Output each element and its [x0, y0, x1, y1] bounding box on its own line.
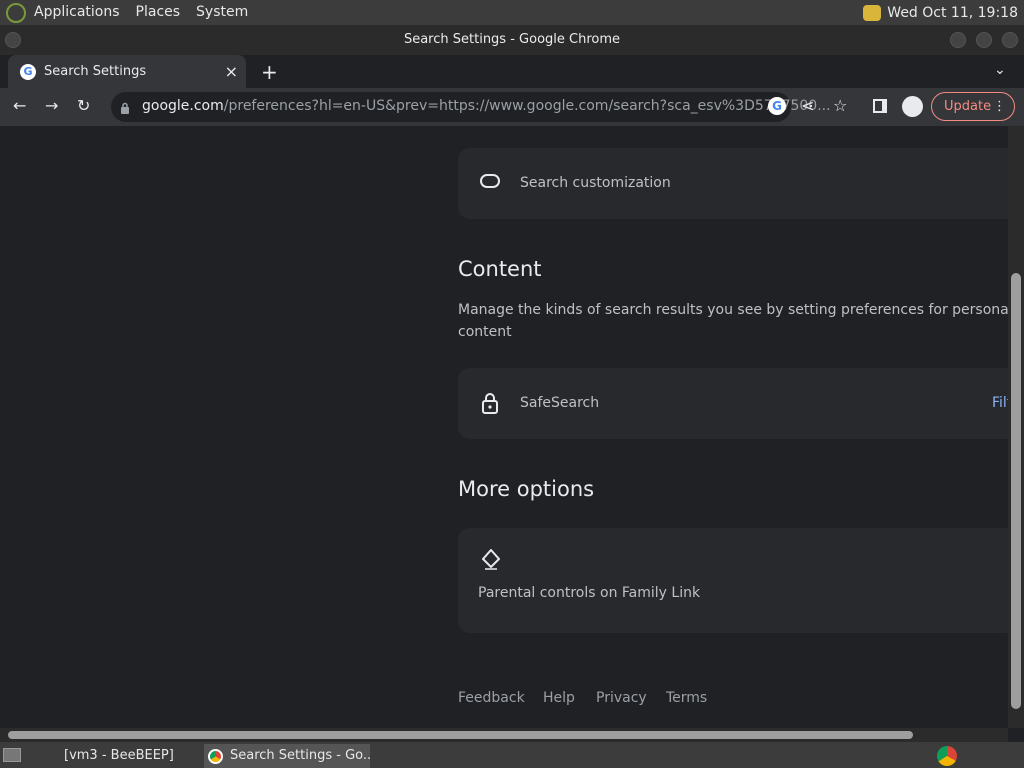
content-description-line2: content [458, 324, 512, 340]
places-menu[interactable]: Places [128, 0, 189, 25]
safesearch-filter-link[interactable]: Filt [992, 395, 1008, 411]
share-icon[interactable]: ⋖ [801, 98, 814, 114]
window-title: Search Settings - Google Chrome [403, 32, 621, 47]
update-button[interactable]: Update ⋮ [931, 92, 1015, 121]
window-titlebar[interactable]: Search Settings - Google Chrome [0, 25, 1024, 55]
workspace-chrome-icon[interactable] [937, 746, 957, 766]
tab-close-icon[interactable]: × [225, 62, 238, 81]
safesearch-card[interactable]: SafeSearch Filt [458, 368, 1008, 439]
show-desktop-icon[interactable] [3, 748, 21, 762]
system-menu[interactable]: System [188, 0, 256, 25]
cloud-icon [480, 174, 500, 188]
content-heading: Content [458, 257, 542, 281]
parental-controls-card[interactable]: Parental controls on Family Link [458, 528, 1008, 633]
family-link-icon [481, 548, 501, 575]
google-lens-icon[interactable]: G [768, 97, 786, 115]
footer-terms-link[interactable]: Terms [666, 690, 707, 706]
url-host: google.com [142, 98, 224, 114]
tab-title: Search Settings [44, 64, 147, 79]
google-favicon-icon: G [20, 63, 36, 80]
minimize-button[interactable] [950, 32, 966, 48]
window-menu-button[interactable] [5, 32, 21, 48]
tab-search-chevron-icon[interactable]: ⌄ [994, 62, 1006, 78]
side-panel-icon[interactable] [873, 99, 887, 113]
tab-search-settings[interactable]: G Search Settings × [8, 55, 246, 88]
profile-avatar-icon[interactable] [902, 96, 923, 117]
footer-help-link[interactable]: Help [543, 690, 575, 706]
taskbar-item-chrome[interactable]: Search Settings - Go... [204, 744, 370, 768]
forward-icon[interactable]: → [45, 98, 58, 114]
lock-icon[interactable] [120, 99, 130, 114]
back-icon[interactable]: ← [13, 98, 26, 114]
applications-menu[interactable]: Applications [26, 0, 128, 25]
menu-kebab-icon[interactable]: ⋮ [993, 93, 1006, 120]
parental-controls-label: Parental controls on Family Link [478, 585, 701, 601]
new-tab-button[interactable]: + [261, 60, 278, 84]
close-window-button[interactable] [1002, 32, 1018, 48]
bookmark-star-icon[interactable]: ☆ [833, 98, 847, 114]
update-label: Update [944, 99, 992, 114]
chrome-icon [208, 749, 223, 764]
page-content: Search customization Content Manage the … [0, 126, 1008, 728]
vertical-scrollbar-thumb[interactable] [1011, 273, 1021, 709]
lock-icon [482, 392, 498, 418]
system-top-panel: Applications Places System Wed Oct 11, 1… [0, 0, 1024, 25]
content-description-line1: Manage the kinds of search results you s… [458, 302, 1008, 318]
url-text[interactable]: google.com/preferences?hl=en-US&prev=htt… [142, 98, 831, 114]
url-path: /preferences?hl=en-US&prev=https://www.g… [223, 98, 831, 114]
more-options-heading: More options [458, 477, 595, 501]
safesearch-label: SafeSearch [520, 395, 600, 411]
search-customization-label: Search customization [520, 175, 671, 191]
taskbar-item-beebeep[interactable]: [vm3 - BeeBEEP] [38, 744, 174, 768]
reload-icon[interactable]: ↻ [77, 98, 90, 114]
clock[interactable]: Wed Oct 11, 19:18 [887, 5, 1018, 21]
footer-privacy-link[interactable]: Privacy [596, 690, 647, 706]
search-customization-card[interactable]: Search customization [458, 148, 1008, 219]
maximize-button[interactable] [976, 32, 992, 48]
distro-logo-icon[interactable] [6, 2, 26, 23]
horizontal-scrollbar-thumb[interactable] [8, 731, 913, 739]
footer-feedback-link[interactable]: Feedback [458, 690, 525, 706]
beebeep-tray-icon[interactable] [863, 4, 882, 21]
